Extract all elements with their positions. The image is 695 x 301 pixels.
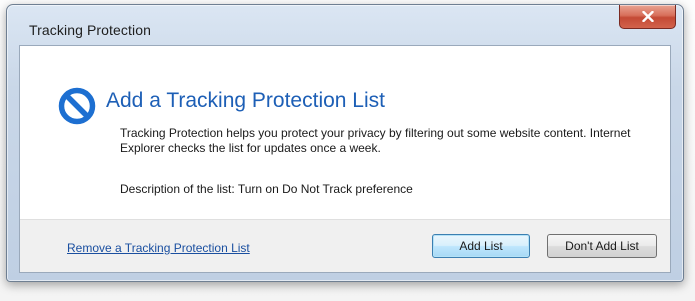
window-title: Tracking Protection (29, 22, 151, 38)
add-list-button[interactable]: Add List (432, 234, 530, 258)
title-bar[interactable]: Tracking Protection (7, 5, 683, 47)
close-icon (641, 11, 654, 22)
list-description: Description of the list: Turn on Do Not … (120, 182, 413, 196)
dialog-content: Add a Tracking Protection List Tracking … (20, 46, 670, 196)
remove-list-link[interactable]: Remove a Tracking Protection List (67, 241, 250, 255)
dialog-footer: Remove a Tracking Protection List Add Li… (20, 219, 670, 272)
close-button[interactable] (619, 5, 676, 29)
dialog-body-text: Tracking Protection helps you protect yo… (120, 126, 631, 155)
tracking-protection-dialog: Tracking Protection Add a Tracking Prote… (6, 4, 684, 282)
dialog-heading: Add a Tracking Protection List (106, 89, 385, 112)
screen: Tracking Protection Add a Tracking Prote… (0, 0, 695, 301)
dont-add-list-button[interactable]: Don't Add List (547, 234, 657, 258)
block-icon (58, 87, 96, 125)
dialog-panel: Add a Tracking Protection List Tracking … (19, 45, 671, 273)
